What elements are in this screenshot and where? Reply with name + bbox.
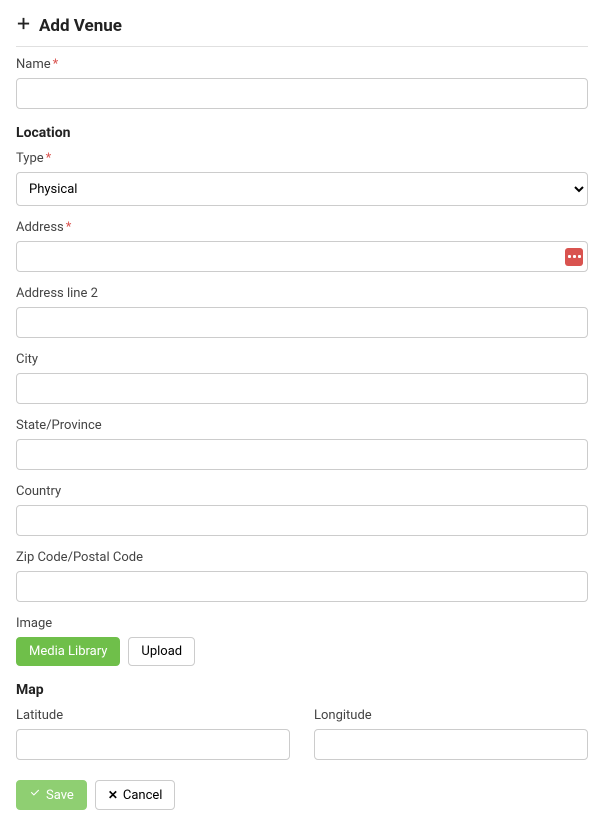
map-heading: Map	[16, 682, 588, 698]
city-input[interactable]	[16, 373, 588, 404]
page-title: Add Venue	[16, 16, 588, 47]
zip-label: Zip Code/Postal Code	[16, 550, 588, 565]
type-label: Type*	[16, 151, 588, 166]
plus-icon	[16, 16, 31, 36]
type-select[interactable]: Physical	[16, 172, 588, 206]
state-label: State/Province	[16, 418, 588, 433]
latitude-label: Latitude	[16, 708, 290, 723]
upload-button[interactable]: Upload	[128, 637, 195, 666]
country-input[interactable]	[16, 505, 588, 536]
zip-input[interactable]	[16, 571, 588, 602]
address2-input[interactable]	[16, 307, 588, 338]
ellipsis-icon[interactable]	[565, 248, 583, 266]
page-title-text: Add Venue	[39, 16, 122, 36]
name-label: Name*	[16, 57, 588, 72]
cancel-button[interactable]: ✕ Cancel	[95, 780, 176, 810]
city-label: City	[16, 352, 588, 367]
address-label: Address*	[16, 220, 588, 235]
address2-label: Address line 2	[16, 286, 588, 301]
image-label: Image	[16, 616, 588, 631]
country-label: Country	[16, 484, 588, 499]
media-library-button[interactable]: Media Library	[16, 637, 120, 666]
latitude-input[interactable]	[16, 729, 290, 760]
name-input[interactable]	[16, 78, 588, 109]
state-input[interactable]	[16, 439, 588, 470]
close-icon: ✕	[108, 788, 118, 802]
longitude-input[interactable]	[314, 729, 588, 760]
location-heading: Location	[16, 125, 588, 141]
save-button[interactable]: Save	[16, 780, 87, 810]
longitude-label: Longitude	[314, 708, 588, 723]
address-input[interactable]	[16, 241, 588, 272]
